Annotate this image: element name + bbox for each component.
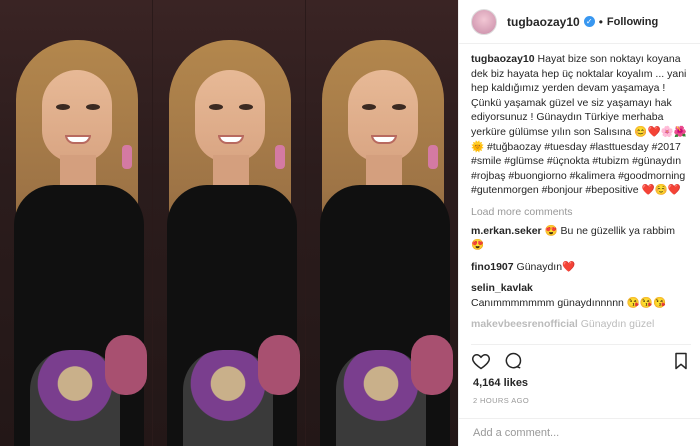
comment-item: m.erkan.seker 😍 Bu ne güzellik ya rabbim… [471, 224, 688, 253]
comment-icon[interactable] [503, 351, 523, 371]
post-date: 2 HOURS AGO [473, 396, 530, 405]
caption-text: Hayat bize son noktayı koyana dek biz ha… [471, 53, 687, 197]
verified-badge-icon: ✓ [583, 16, 595, 27]
comments-section: tugbaozay10 Hayat bize son noktayı koyan… [459, 44, 700, 344]
photo-panel-left [0, 0, 152, 446]
caption-username[interactable]: tugbaozay10 [471, 53, 535, 65]
comment-username[interactable]: selin_kavlak [471, 282, 533, 294]
caption: tugbaozay10 Hayat bize son noktayı koyan… [471, 52, 688, 198]
comment-text: Günaydın❤️ [516, 260, 576, 273]
heart-icon[interactable] [471, 351, 491, 371]
post-photo[interactable] [0, 0, 458, 446]
add-comment-input[interactable]: Add a comment... [459, 418, 700, 446]
header-username[interactable]: tugbaozay10 [507, 15, 580, 29]
comment-text: Günaydın güzel [580, 318, 655, 331]
photo-panel-middle [153, 0, 305, 446]
post-sidebar: tugbaozay10 ✓ • Following tugbaozay10 Ha… [458, 0, 700, 446]
likes-count[interactable]: 4,164 likes [473, 377, 528, 389]
post-actions [471, 344, 691, 372]
photo-panel-right [306, 0, 458, 446]
comment-username[interactable]: makevbeesrenofficial [471, 318, 578, 330]
separator-dot: • [598, 14, 603, 29]
comment-username[interactable]: m.erkan.seker [471, 225, 542, 237]
bookmark-icon[interactable] [671, 351, 691, 371]
comment-item: selin_kavlak Canımmmmmmm günaydınnnnn 😘😘… [471, 281, 688, 310]
avatar[interactable] [471, 8, 497, 35]
following-button[interactable]: Following [607, 16, 658, 28]
comment-item: fino1907 Günaydın❤️ [471, 260, 688, 275]
load-more-comments-button[interactable]: Load more comments [471, 206, 688, 218]
comment-username[interactable]: fino1907 [471, 261, 514, 273]
comment-text: Canımmmmmmm günaydınnnnn 😘😘😘 [471, 296, 667, 309]
post-header: tugbaozay10 ✓ • Following [459, 0, 700, 44]
comment-item: makevbeesrenofficial Günaydın güzel [471, 317, 688, 332]
